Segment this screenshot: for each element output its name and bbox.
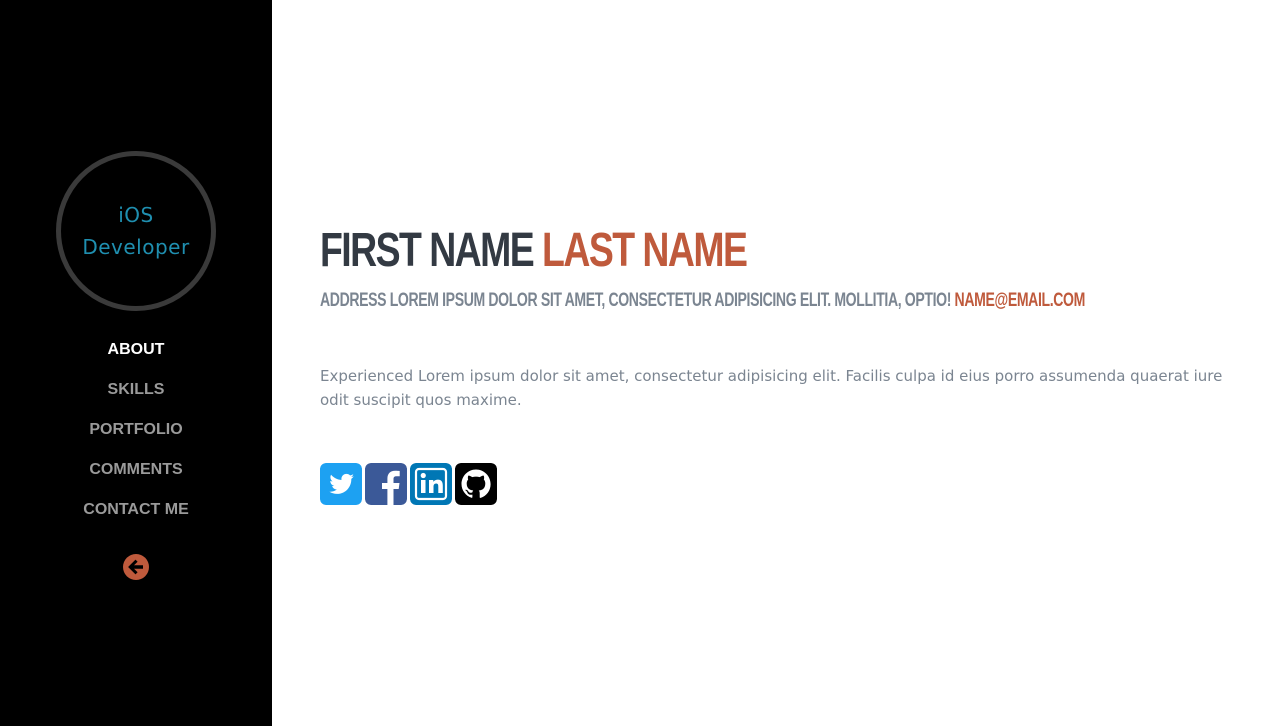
bio-text: Experienced Lorem ipsum dolor sit amet, … (320, 367, 1223, 409)
page-title: FIRST NAME LAST NAME (320, 224, 748, 278)
facebook-icon[interactable] (365, 463, 407, 505)
email-link[interactable]: NAME@EMAIL.COM (955, 290, 1086, 311)
sidebar-nav: ABOUT SKILLS PORTFOLIO COMMENTS CONTACT … (0, 330, 272, 530)
arrow-circle-left-icon[interactable] (122, 553, 150, 581)
address-line: ADDRESS LOREM IPSUM DOLOR SIT AMET, CONS… (320, 288, 1085, 314)
nav-item-comments[interactable]: COMMENTS (0, 450, 272, 490)
address-text: ADDRESS LOREM IPSUM DOLOR SIT AMET, CONS… (320, 290, 952, 311)
first-name: FIRST NAME (320, 224, 535, 277)
twitter-icon[interactable] (320, 463, 362, 505)
avatar-line-2: Developer (82, 235, 190, 259)
linkedin-icon[interactable] (410, 463, 452, 505)
avatar: iOS Developer (56, 151, 216, 311)
nav-item-portfolio[interactable]: PORTFOLIO (0, 410, 272, 450)
nav-item-contact-me[interactable]: CONTACT ME (0, 490, 272, 530)
github-icon[interactable] (455, 463, 497, 505)
last-name: LAST NAME (542, 224, 748, 277)
avatar-line-1: iOS (118, 203, 154, 227)
nav-item-skills[interactable]: SKILLS (0, 370, 272, 410)
social-links (320, 463, 500, 505)
sidebar: iOS Developer ABOUT SKILLS PORTFOLIO COM… (0, 0, 272, 726)
nav-item-about[interactable]: ABOUT (0, 330, 272, 370)
